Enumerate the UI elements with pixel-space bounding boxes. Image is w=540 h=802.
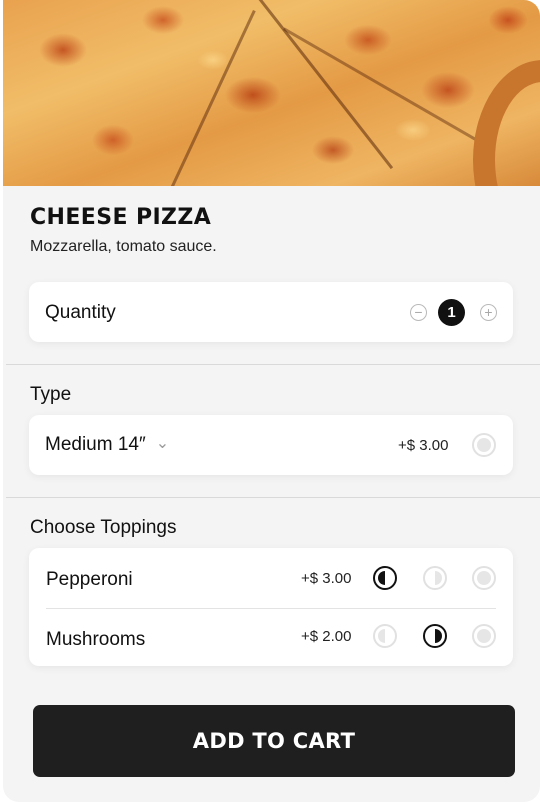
left-half-icon[interactable] [373, 624, 397, 648]
quantity-label: Quantity [45, 302, 116, 323]
type-select[interactable]: Medium 14″ ⌄ [45, 434, 169, 456]
topping-name: Mushrooms [46, 629, 146, 650]
quantity-panel: Quantity − 1 + [29, 282, 513, 342]
topping-price: +$ 3.00 [301, 570, 352, 587]
type-section-label: Type [30, 384, 72, 405]
decrement-icon[interactable]: − [410, 304, 427, 321]
topping-row-mushrooms: Mushrooms +$ 2.00 [29, 608, 513, 666]
topping-price: +$ 2.00 [301, 628, 352, 645]
product-description: Mozzarella, tomato sauce. [30, 238, 217, 255]
chevron-down-icon: ⌄ [155, 435, 170, 452]
topping-row-pepperoni: Pepperoni +$ 3.00 [29, 548, 513, 609]
whole-icon[interactable] [472, 624, 496, 648]
divider [6, 497, 540, 498]
product-card: CHEESE PIZZA Mozzarella, tomato sauce. Q… [3, 0, 540, 802]
type-price: +$ 3.00 [398, 437, 449, 454]
whole-icon[interactable] [472, 566, 496, 590]
quantity-value: 1 [438, 299, 465, 326]
left-half-icon[interactable] [373, 566, 397, 590]
right-half-icon[interactable] [423, 624, 447, 648]
topping-name: Pepperoni [46, 569, 133, 590]
right-half-icon[interactable] [423, 566, 447, 590]
increment-icon[interactable]: + [480, 304, 497, 321]
type-selected-value: Medium 14″ [45, 434, 146, 455]
add-to-cart-button[interactable]: ADD TO CART [33, 705, 515, 777]
divider [6, 364, 540, 365]
product-title: CHEESE PIZZA [30, 205, 212, 230]
type-panel: Medium 14″ ⌄ +$ 3.00 [29, 415, 513, 475]
pizza-image [3, 0, 540, 186]
toppings-section-label: Choose Toppings [30, 517, 177, 538]
toppings-panel: Pepperoni +$ 3.00 Mushrooms +$ 2.00 [29, 548, 513, 666]
type-radio[interactable] [472, 433, 496, 457]
